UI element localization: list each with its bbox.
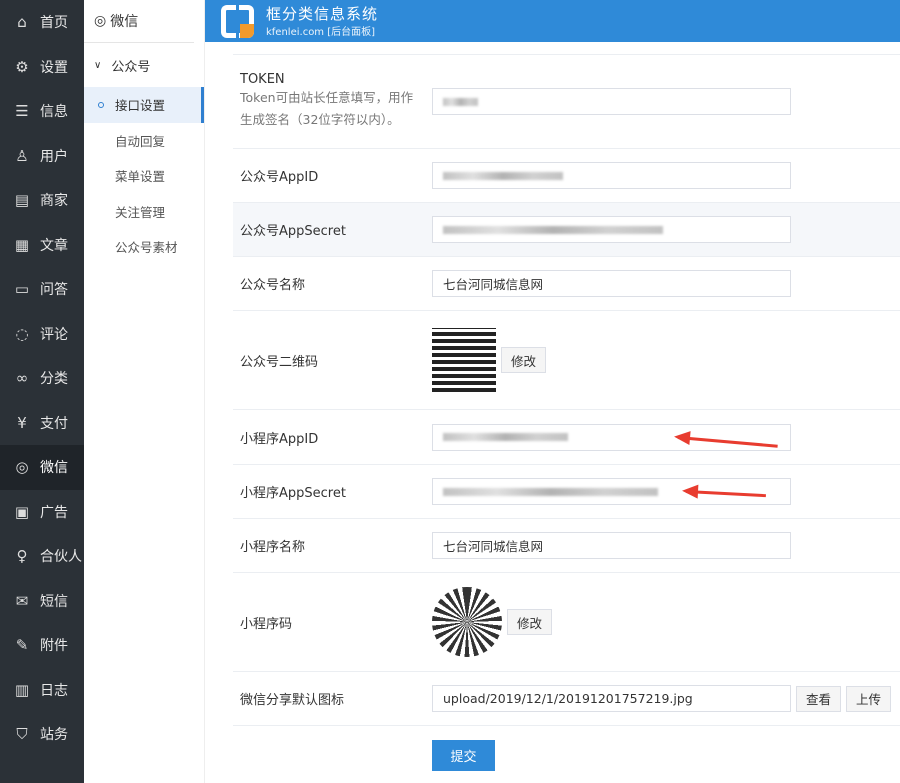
nav-label: 信息 [40, 104, 68, 121]
mp-qr-label: 公众号二维码 [240, 354, 319, 370]
nav-item-0[interactable]: ⌂ 首页 [0, 0, 84, 45]
nav-icon: ◌ [15, 324, 29, 343]
app-subtitle: kfenlei.com [后台面板] [266, 26, 376, 38]
nav-icon: ▦ [14, 235, 30, 254]
nav-label: 商家 [40, 193, 68, 210]
wechat-icon: ◎ [94, 13, 107, 29]
mini-name-input[interactable]: 七台河同城信息网 [432, 532, 791, 559]
mini-code-label: 小程序码 [240, 616, 293, 632]
nav-item-10[interactable]: ◎ 微信 [0, 445, 84, 490]
mp-appid-input[interactable] [432, 162, 791, 189]
mp-secret-label: 公众号AppSecret [240, 224, 346, 239]
nav-icon: ✎ [15, 636, 29, 655]
nav-label: 附件 [40, 638, 68, 655]
subnav-header: ◎ 微信 [84, 0, 194, 43]
token-label: TOKEN [240, 72, 285, 87]
nav-item-11[interactable]: ▣ 广告 [0, 490, 84, 535]
mini-secret-input[interactable] [432, 478, 791, 505]
nav-item-8[interactable]: ∞ 分类 [0, 356, 84, 401]
circle-icon [98, 101, 104, 108]
nav-icon: ♙ [15, 146, 29, 165]
nav-label: 微信 [40, 460, 68, 477]
nav-icon: ▣ [14, 502, 30, 521]
app-title: 框分类信息系统 [266, 4, 379, 23]
nav-item-12[interactable]: ♀ 合伙人 [0, 534, 84, 579]
nav-icon: ✉ [15, 591, 29, 610]
nav-item-5[interactable]: ▦ 文章 [0, 223, 84, 268]
mini-secret-label: 小程序AppSecret [240, 486, 346, 501]
mp-name-input[interactable]: 七台河同城信息网 [432, 270, 791, 297]
nav-item-9[interactable]: ¥ 支付 [0, 401, 84, 446]
submit-button[interactable]: 提交 [432, 740, 495, 771]
nav-label: 站务 [40, 727, 68, 744]
nav-label: 问答 [40, 282, 68, 299]
mp-secret-input[interactable] [432, 216, 791, 243]
nav-icon: ☰ [15, 102, 29, 121]
nav-label: 短信 [40, 593, 68, 610]
mini-code-image [432, 587, 502, 657]
nav-icon: ♀ [16, 547, 28, 566]
nav-label: 广告 [40, 504, 68, 521]
nav-label: 首页 [40, 15, 68, 32]
sub-sidebar: ◎ 微信 ∨ 公众号 接口设置 自动回复 菜单设置 关注管理 公众号素材 [84, 0, 205, 783]
upload-button[interactable]: 上传 [846, 685, 892, 712]
nav-icon: ▭ [14, 280, 30, 299]
token-hint: Token可由站长任意填写，用作生成签名（32位字符以内）。 [240, 90, 414, 127]
nav-item-7[interactable]: ◌ 评论 [0, 312, 84, 357]
nav-item-15[interactable]: ▥ 日志 [0, 668, 84, 713]
logo-icon [221, 4, 254, 38]
chevron-down-icon: ∨ [94, 59, 102, 71]
nav-label: 分类 [40, 371, 68, 388]
nav-label: 用户 [40, 148, 68, 165]
nav-label: 设置 [40, 59, 68, 76]
share-icon-input[interactable]: upload/2019/12/1/20191201757219.jpg [432, 685, 791, 712]
nav-item-6[interactable]: ▭ 问答 [0, 267, 84, 312]
nav-item-14[interactable]: ✎ 附件 [0, 623, 84, 668]
mini-code-modify-button[interactable]: 修改 [507, 609, 553, 635]
nav-icon: ⌂ [17, 13, 27, 32]
nav-icon: ▥ [14, 680, 30, 699]
nav-item-13[interactable]: ✉ 短信 [0, 579, 84, 624]
mp-qr-modify-button[interactable]: 修改 [501, 347, 547, 373]
share-icon-label: 微信分享默认图标 [240, 693, 345, 708]
nav-label: 日志 [40, 682, 68, 699]
main-sidebar: ⌂ 首页 ⚙ 设置 ☰ 信息 ♙ 用户 ▤ 商家 ▦ 文章 ▭ 问答 ◌ 评论 ∞ 分类 ¥ 支付 ◎ 微信 ▣ 广告 ♀ 合伙人… [0, 0, 84, 783]
nav-label: 文章 [40, 237, 68, 254]
nav-icon: ◎ [15, 458, 29, 477]
subnav-group-mp[interactable]: ∨ 公众号 [84, 43, 204, 87]
mp-appid-label: 公众号AppID [240, 170, 319, 185]
mp-name-label: 公众号名称 [240, 278, 306, 293]
settings-form: TOKEN Token可由站长任意填写，用作生成签名（32位字符以内）。 公众号A… [233, 42, 900, 726]
nav-icon: ∞ [15, 369, 29, 388]
subnav-item-auto-reply[interactable]: 自动回复 [84, 123, 204, 159]
nav-icon: ¥ [17, 413, 27, 432]
nav-icon: ⚙ [15, 57, 29, 76]
nav-item-16[interactable]: ⛉ 站务 [0, 712, 84, 757]
nav-label: 评论 [40, 326, 68, 343]
mini-name-label: 小程序名称 [240, 540, 306, 555]
subnav-item-material[interactable]: 公众号素材 [84, 229, 204, 265]
nav-item-2[interactable]: ☰ 信息 [0, 89, 84, 134]
nav-icon: ⛉ [16, 725, 28, 744]
nav-icon: ▤ [14, 191, 30, 210]
view-button[interactable]: 查看 [796, 685, 842, 712]
header: 框分类信息系统 kfenlei.com [后台面板] [205, 0, 900, 42]
subnav-item-menu[interactable]: 菜单设置 [84, 158, 204, 194]
nav-item-1[interactable]: ⚙ 设置 [0, 45, 84, 90]
mini-appid-label: 小程序AppID [240, 431, 319, 447]
subnav-item-interface[interactable]: 接口设置 [84, 87, 204, 123]
nav-item-4[interactable]: ▤ 商家 [0, 178, 84, 223]
nav-item-3[interactable]: ♙ 用户 [0, 134, 84, 179]
subnav-item-follow[interactable]: 关注管理 [84, 194, 204, 230]
nav-label: 支付 [40, 415, 68, 432]
nav-label: 合伙人 [40, 549, 82, 566]
mini-appid-input[interactable] [432, 423, 791, 451]
mp-qr-image [432, 328, 496, 392]
token-input[interactable] [432, 88, 791, 115]
